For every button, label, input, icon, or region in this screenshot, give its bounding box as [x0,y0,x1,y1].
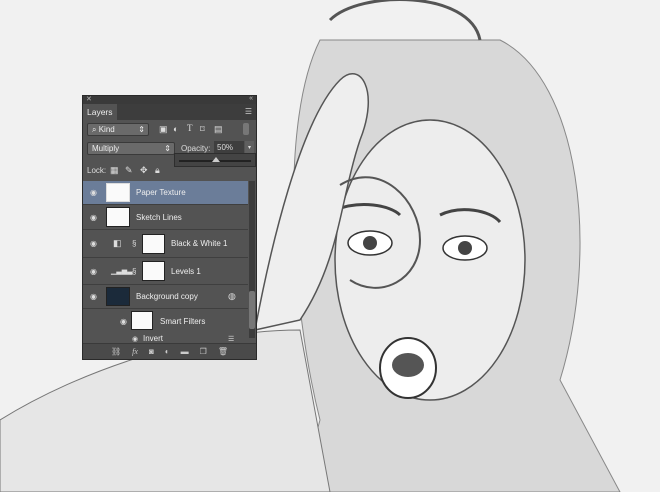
visibility-eye-icon[interactable]: ◉ [90,239,97,248]
new-layer-icon[interactable]: ❐ [200,347,207,356]
trash-icon[interactable]: 🗑︎ [218,347,228,356]
chain-link-icon[interactable]: § [132,267,136,276]
layer-paper-texture[interactable]: ◉ Paper Texture [83,181,248,205]
chain-link-icon[interactable]: § [132,239,136,248]
mask-icon[interactable]: ◙ [149,347,154,356]
opacity-label: Opacity: [181,144,211,153]
tab-layers[interactable]: Layers [83,104,117,120]
layer-name: Sketch Lines [136,212,182,222]
adjustment-filter-icon[interactable]: ◐ [173,124,178,134]
opacity-slider-knob[interactable] [212,157,220,162]
visibility-eye-icon[interactable]: ◉ [132,335,138,343]
layer-thumbnail [106,183,130,202]
smart-filter-badge-icon[interactable]: ◍ [228,291,236,302]
layer-smart-filters[interactable]: ◉ Smart Filters [83,309,248,334]
close-icon[interactable]: ✕ [86,95,92,103]
panel-menu-icon[interactable]: ☰ [245,107,252,116]
visibility-eye-icon[interactable]: ◉ [90,267,97,276]
shape-filter-icon[interactable]: ⌑ [200,124,205,135]
panel-title-bar[interactable]: ✕ « [83,95,256,104]
blend-mode-value: Multiply [92,144,120,153]
layer-name: Levels 1 [171,266,201,276]
filter-toggle[interactable] [243,123,249,135]
layer-name: Background copy [136,292,198,301]
layer-name: Smart Filters [160,317,206,326]
visibility-eye-icon[interactable]: ◉ [90,188,97,197]
filter-options-icon[interactable]: ☰ [228,335,234,343]
layer-name: Paper Texture [136,188,186,197]
filter-kind-select[interactable]: ⌕ Kind ⇕ [87,123,149,136]
layer-name: Black & White 1 [171,239,228,248]
visibility-eye-icon[interactable]: ◉ [120,317,127,326]
layer-mask-thumbnail [142,234,165,254]
adjustment-icon[interactable]: ◐ [165,347,170,356]
folder-icon[interactable]: ▬ [181,347,189,356]
opacity-slider[interactable] [174,153,256,167]
blend-mode-select[interactable]: Multiply ⇕ [87,142,175,155]
layer-thumbnail [106,207,130,227]
type-filter-icon[interactable]: T [187,123,193,133]
levels-icon: ▁▃▅▃ [111,268,133,275]
layers-panel: ✕ « Layers ☰ ⌕ Kind ⇕ ▣ ◐ T ⌑ ▤ Multiply ⇕… [82,95,257,360]
filter-kind-value: Kind [98,125,115,134]
smart-object-thumbnail [106,287,130,306]
layers-scrollbar[interactable] [249,181,255,338]
layer-levels-1[interactable]: ◉ ▁▃▅▃ § Levels 1 [83,258,248,285]
scrollbar-thumb[interactable] [249,291,255,329]
filter-mask-thumbnail [131,311,153,330]
collapse-icon[interactable]: « [249,95,253,102]
visibility-eye-icon[interactable]: ◉ [90,213,97,222]
layer-black-white-1[interactable]: ◉ ◧ § Black & White 1 [83,230,248,258]
pixel-filter-icon[interactable]: ▣ [159,124,168,135]
visibility-eye-icon[interactable]: ◉ [90,292,97,301]
black-white-icon: ◧ [113,238,122,248]
lock-transparent-icon[interactable]: ▦ [110,165,119,176]
layers-footer-toolbar: ⛓ fx ◙ ◐ ▬ ❐ 🗑︎ [83,343,256,359]
lock-label: Lock: [87,166,107,175]
lock-paint-icon[interactable]: ✎ [125,165,133,176]
layer-background-copy[interactable]: ◉ Background copy ◍ [83,285,248,309]
layer-mask-thumbnail [142,261,165,281]
layer-sketch-lines[interactable]: ◉ Sketch Lines [83,205,248,230]
link-icon[interactable]: ⛓ [111,347,121,356]
layer-name: Invert [143,334,164,343]
fx-icon[interactable]: fx [132,347,138,356]
smart-object-filter-icon[interactable]: ▤ [214,124,223,135]
lock-all-icon[interactable]: 🔒︎ [155,165,160,176]
filter-invert[interactable]: ◉ Invert ☰ [83,334,248,343]
lock-position-icon[interactable]: ✥ [140,165,148,176]
